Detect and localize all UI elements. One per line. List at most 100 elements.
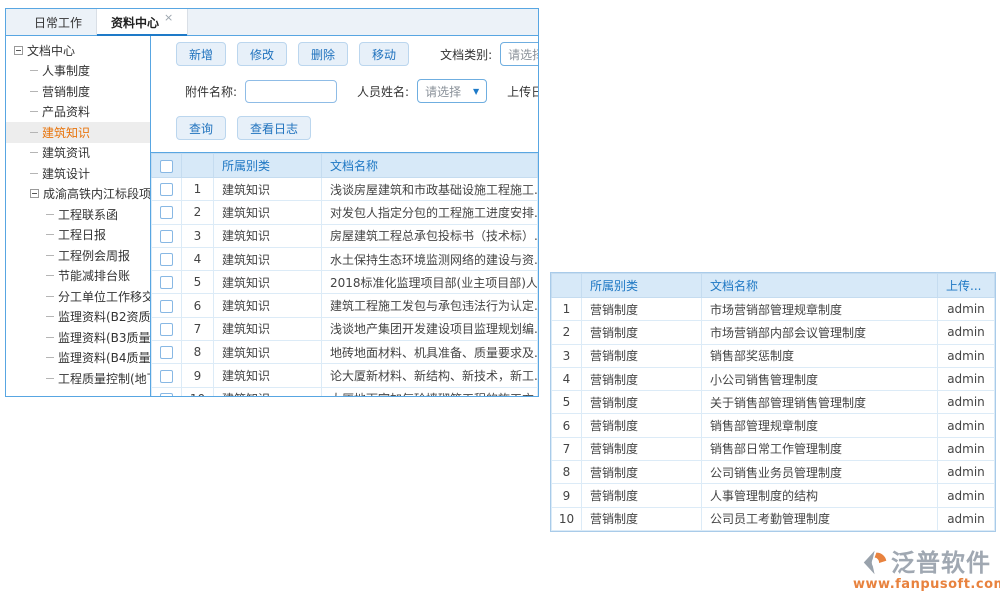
tree-item[interactable]: 节能减排台账 — [6, 266, 150, 287]
table-row[interactable]: 5 建筑知识 2018标准化监理项目部(业主项目部)人员... — [152, 271, 538, 294]
table-row[interactable]: 7 建筑知识 浅谈地产集团开发建设项目监理规划编... — [152, 317, 538, 340]
row-checkbox[interactable] — [160, 253, 173, 266]
delete-button[interactable]: 删除 — [298, 42, 348, 66]
table-row[interactable]: 8 营销制度 公司销售业务员管理制度 admin — [552, 461, 995, 484]
table-row[interactable]: 10 营销制度 公司员工考勤管理制度 admin — [552, 507, 995, 530]
row-checkbox[interactable] — [160, 183, 173, 196]
row-category: 营销制度 — [582, 367, 702, 390]
window-body: 文档中心 人事制度 营销制度 产品资料 — [6, 36, 538, 397]
toolbar-row-query: 查询 查看日志 — [176, 116, 538, 140]
row-number: 6 — [182, 294, 214, 317]
table-row[interactable]: 6 营销制度 销售部管理规章制度 admin — [552, 414, 995, 437]
row-checkbox[interactable] — [160, 300, 173, 313]
table-row[interactable]: 8 建筑知识 地砖地面材料、机具准备、质量要求及... — [152, 341, 538, 364]
view-log-button[interactable]: 查看日志 — [237, 116, 311, 140]
attachment-name-label: 附件名称: — [185, 83, 237, 100]
row-checkbox[interactable] — [160, 323, 173, 336]
tree-item[interactable]: 人事制度 — [6, 61, 150, 82]
table-row[interactable]: 3 建筑知识 房屋建筑工程总承包投标书（技术标）... — [152, 224, 538, 247]
tree-item[interactable]: 工程日报 — [6, 225, 150, 246]
tree-node-icon — [46, 316, 54, 317]
documents-table-header: 所属别类 文档名称 — [152, 154, 538, 178]
tree-item[interactable]: 工程质量控制(地下室) — [6, 368, 150, 389]
tree-item[interactable]: 监理资料(B2资质) — [6, 307, 150, 328]
row-category: 营销制度 — [582, 507, 702, 530]
row-checkbox[interactable] — [160, 370, 173, 383]
row-checkbox[interactable] — [160, 393, 173, 397]
row-category: 营销制度 — [582, 461, 702, 484]
row-doc-name: 房屋建筑工程总承包投标书（技术标）... — [322, 224, 538, 247]
close-icon[interactable]: × — [164, 11, 173, 24]
tree-item-label: 建筑资讯 — [42, 144, 90, 161]
row-doc-name: 小公司销售管理制度 — [702, 367, 938, 390]
table-row[interactable]: 1 营销制度 市场营销部管理规章制度 admin — [552, 298, 995, 321]
row-category: 建筑知识 — [214, 201, 322, 224]
modify-button[interactable]: 修改 — [237, 42, 287, 66]
tree-item[interactable]: 监理资料(B3质量控制) — [6, 327, 150, 348]
tree-item-label: 建筑设计 — [42, 165, 90, 182]
tree-item[interactable]: 成渝高铁内江标段项目 — [6, 184, 150, 205]
table-row[interactable]: 2 建筑知识 对发包人指定分包的工程施工进度安排... — [152, 201, 538, 224]
tree-node-icon — [30, 91, 38, 92]
attachment-name-input[interactable] — [245, 80, 337, 103]
table-row[interactable]: 6 建筑知识 建筑工程施工发包与承包违法行为认定... — [152, 294, 538, 317]
table-row[interactable]: 10 建筑知识 大厦地下室加气砼墙砌筑工程的施工方... — [152, 387, 538, 397]
row-checkbox[interactable] — [160, 346, 173, 359]
table-row[interactable]: 5 营销制度 关于销售部管理销售管理制度 admin — [552, 391, 995, 414]
row-uploader: admin — [938, 484, 995, 507]
table-row[interactable]: 3 营销制度 销售部奖惩制度 admin — [552, 344, 995, 367]
row-category: 建筑知识 — [214, 247, 322, 270]
person-name-label: 人员姓名: — [357, 83, 409, 100]
table-row[interactable]: 2 营销制度 市场营销部内部会议管理制度 admin — [552, 321, 995, 344]
tree-item[interactable]: 监理资料(B4质量控制) — [6, 348, 150, 369]
tab-data-center[interactable]: 资料中心 × — [96, 9, 188, 35]
tree-item[interactable]: 工程例会周报 — [6, 245, 150, 266]
doc-category-select[interactable]: 请选择 ▼ — [500, 42, 538, 66]
tree-node-icon — [46, 255, 54, 256]
query-button[interactable]: 查询 — [176, 116, 226, 140]
tree-item[interactable]: 建筑资讯 — [6, 143, 150, 164]
tree-item-label: 监理资料(B4质量控制) — [58, 349, 151, 366]
row-doc-name: 大厦地下室加气砼墙砌筑工程的施工方... — [322, 387, 538, 397]
row-checkbox[interactable] — [160, 276, 173, 289]
row-doc-name: 销售部管理规章制度 — [702, 414, 938, 437]
add-button[interactable]: 新增 — [176, 42, 226, 66]
tab-daily-work[interactable]: 日常工作 — [20, 9, 96, 35]
row-checkbox[interactable] — [160, 230, 173, 243]
row-number: 7 — [552, 437, 582, 460]
row-uploader: admin — [938, 367, 995, 390]
tree-node-icon — [46, 296, 54, 297]
row-category: 建筑知识 — [214, 271, 322, 294]
table-row[interactable]: 1 建筑知识 浅谈房屋建筑和市政基础设施工程施工... — [152, 178, 538, 201]
tree-item[interactable]: 分工单位工作移交 — [6, 286, 150, 307]
table-row[interactable]: 9 建筑知识 论大厦新材料、新结构、新技术，新工... — [152, 364, 538, 387]
row-doc-name: 公司销售业务员管理制度 — [702, 461, 938, 484]
doc-name-header: 文档名称 — [702, 274, 938, 298]
doc-category-value: 请选择 — [508, 46, 538, 63]
doc-name-header: 文档名称 — [322, 154, 538, 178]
select-all-checkbox[interactable] — [160, 160, 173, 173]
tree-item[interactable]: 营销制度 — [6, 81, 150, 102]
tree-item[interactable]: 建筑设计 — [6, 163, 150, 184]
person-name-value: 请选择 — [425, 83, 461, 100]
person-name-select[interactable]: 请选择 ▼ — [417, 79, 487, 103]
tree-item-label: 建筑知识 — [42, 124, 90, 141]
table-row[interactable]: 4 建筑知识 水土保持生态环境监测网络的建设与资... — [152, 247, 538, 270]
tree-item-label: 监理资料(B2资质) — [58, 308, 151, 325]
brand-website: www.fanpusoft.com — [853, 577, 1000, 592]
tree-item[interactable]: 建筑知识 — [6, 122, 150, 143]
row-checkbox[interactable] — [160, 206, 173, 219]
table-row[interactable]: 9 营销制度 人事管理制度的结构 admin — [552, 484, 995, 507]
tree-item[interactable]: 产品资料 — [6, 102, 150, 123]
table-row[interactable]: 4 营销制度 小公司销售管理制度 admin — [552, 367, 995, 390]
table-row[interactable]: 7 营销制度 销售部日常工作管理制度 admin — [552, 437, 995, 460]
tree-item[interactable]: 文档中心 — [6, 40, 150, 61]
tree-node-icon — [46, 357, 54, 358]
brand-name: 泛普软件 — [891, 551, 991, 575]
row-number: 1 — [182, 178, 214, 201]
row-number: 4 — [552, 367, 582, 390]
tree-item[interactable]: 工程联系函 — [6, 204, 150, 225]
row-doc-name: 销售部奖惩制度 — [702, 344, 938, 367]
row-category: 建筑知识 — [214, 294, 322, 317]
move-button[interactable]: 移动 — [359, 42, 409, 66]
